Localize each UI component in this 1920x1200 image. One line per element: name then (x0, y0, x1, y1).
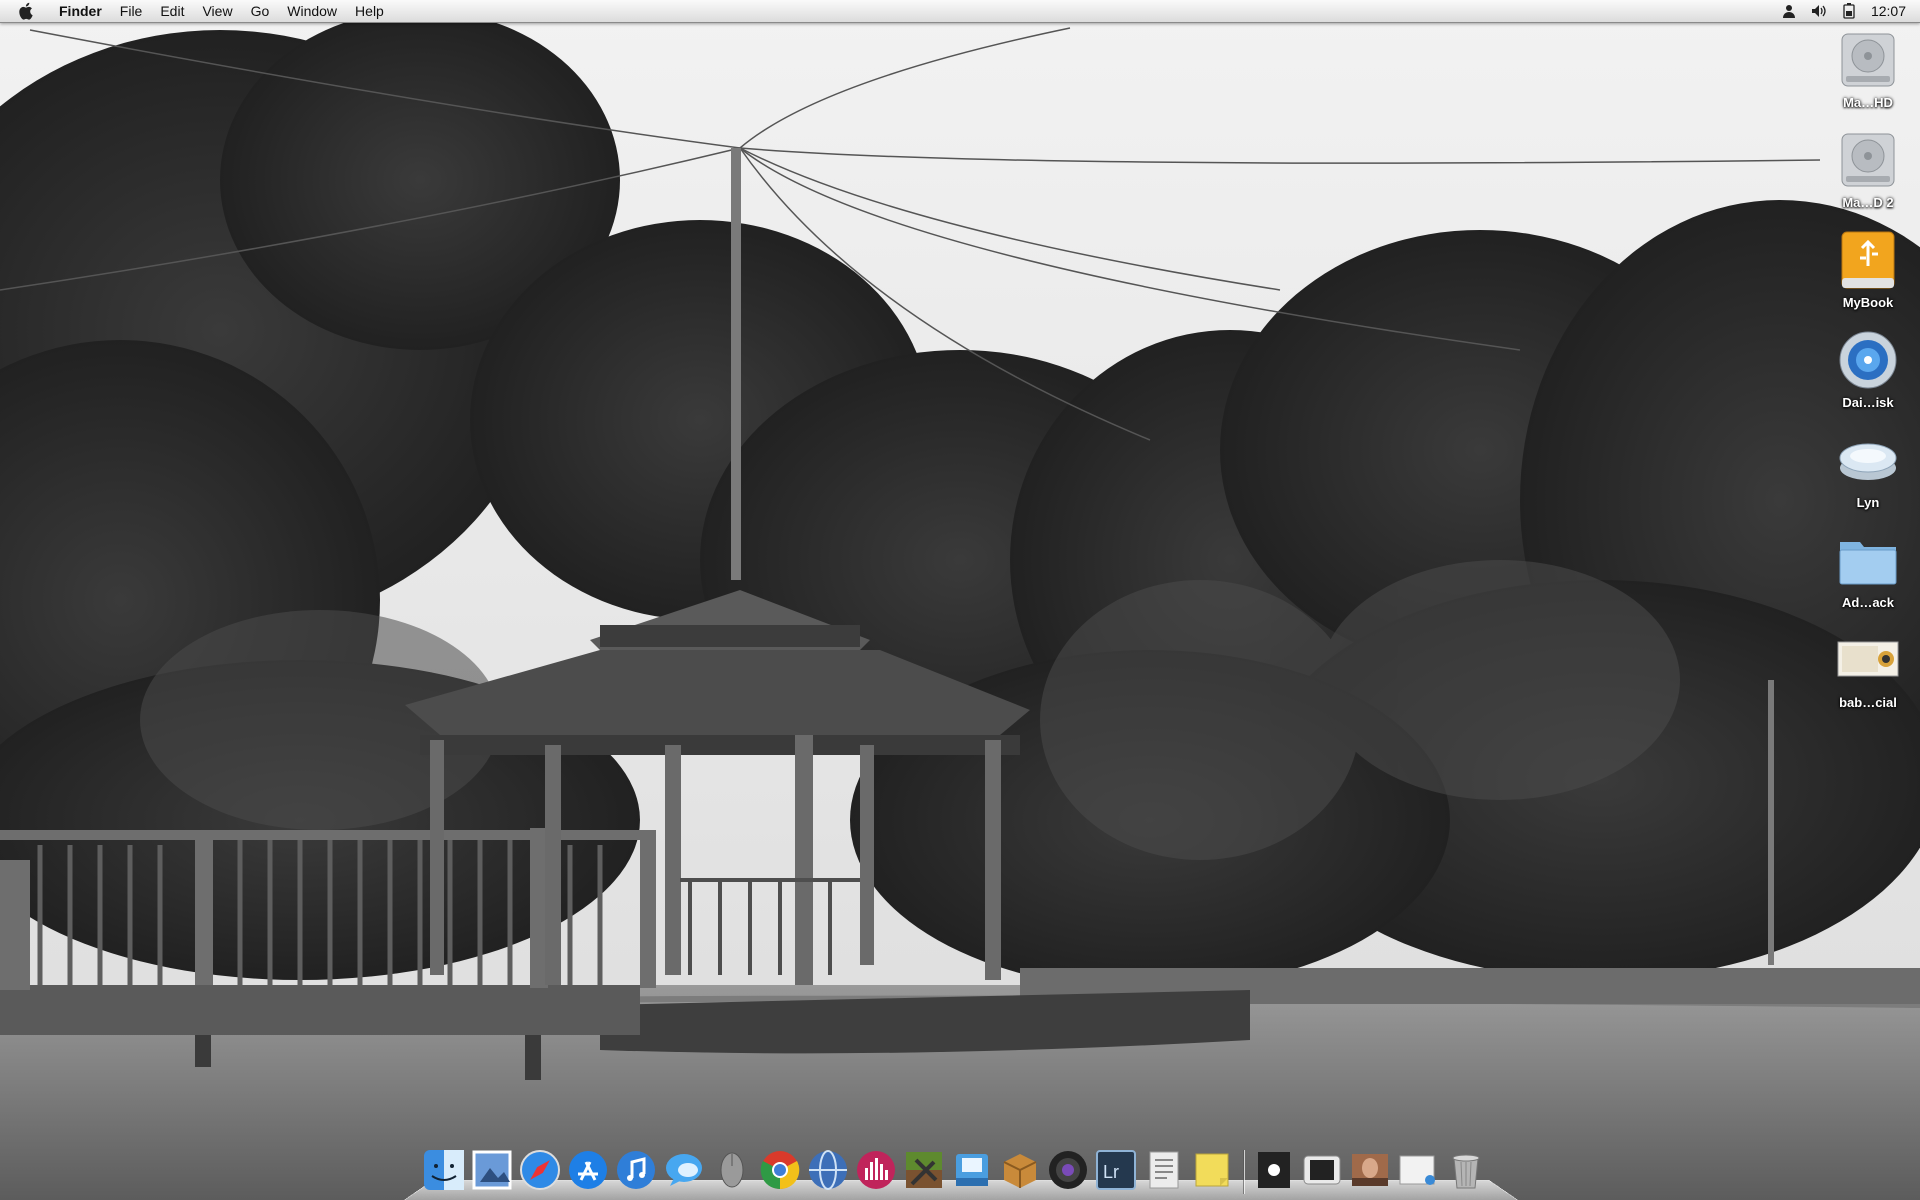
documents-stack-icon[interactable] (1394, 1146, 1442, 1194)
desktop-icon-lyn[interactable]: Lyn (1816, 424, 1920, 524)
desktop-icon-label: Dai…isk (1842, 395, 1894, 410)
desktop-icon-label: Ad…ack (1841, 595, 1895, 610)
hard-drive-icon (1841, 133, 1895, 187)
menu-finder[interactable]: Finder (50, 0, 111, 22)
textedit-icon[interactable] (1140, 1146, 1188, 1194)
desktop-icon-macintosh-hd[interactable]: Ma…HD (1816, 24, 1920, 124)
mouse-icon[interactable] (708, 1146, 756, 1194)
trash-icon[interactable] (1442, 1146, 1490, 1194)
desktop-icon-label: Ma…D 2 (1842, 195, 1894, 210)
globe-icon[interactable] (804, 1146, 852, 1194)
menubar-clock[interactable]: 12:07 (1871, 3, 1906, 19)
battery-icon[interactable] (1841, 3, 1857, 19)
desktop-icon-macintosh-hd-2[interactable]: Ma…D 2 (1816, 124, 1920, 224)
menu-bar: Finder File Edit View Go Window Help 12:… (0, 0, 1920, 23)
image-file-icon (1837, 641, 1899, 677)
external-usb-drive-icon (1841, 231, 1895, 289)
desktop-icon-label: MyBook (1842, 295, 1894, 310)
user-icon[interactable] (1781, 3, 1797, 19)
desktop-icon-label: bab…cial (1839, 695, 1897, 710)
installer-disk-icon[interactable] (948, 1146, 996, 1194)
minecraft-icon[interactable] (900, 1146, 948, 1194)
lightroom-icon[interactable]: Lr (1092, 1146, 1140, 1194)
iphone-stack-icon[interactable] (1298, 1146, 1346, 1194)
apple-stack-icon[interactable] (1250, 1146, 1298, 1194)
menu-file[interactable]: File (111, 0, 152, 22)
folder-icon (1839, 542, 1897, 585)
menu-window[interactable]: Window (278, 0, 346, 22)
desktop-icon-label: Lyn (1856, 495, 1880, 510)
desktop-icon-label: Ma…HD (1843, 95, 1893, 110)
app-store-icon[interactable] (564, 1146, 612, 1194)
dock-separator (1236, 1146, 1250, 1194)
preview-icon[interactable] (468, 1146, 516, 1194)
chrome-icon[interactable] (756, 1146, 804, 1194)
itunes-icon[interactable] (612, 1146, 660, 1194)
menu-help[interactable]: Help (346, 0, 393, 22)
desktop-icon-column: Ma…HD Ma…D 2 MyBook Dai…isk Lyn Ad…ack b… (1816, 24, 1920, 724)
audio-equalizer-icon[interactable] (852, 1146, 900, 1194)
dock: Lr (404, 1144, 1518, 1200)
status-area: 12:07 (1781, 3, 1920, 19)
finder-icon[interactable] (420, 1146, 468, 1194)
volume-icon[interactable] (1811, 3, 1827, 19)
apple-logo-icon[interactable] (16, 0, 38, 22)
desktop-icon-daisydisk[interactable]: Dai…isk (1816, 324, 1920, 424)
photo-stack-icon[interactable] (1346, 1146, 1394, 1194)
package-box-icon[interactable] (996, 1146, 1044, 1194)
desktop-icon-bab-cial[interactable]: bab…cial (1816, 624, 1920, 724)
menu-edit[interactable]: Edit (151, 0, 193, 22)
dock-items: Lr (420, 1146, 1490, 1194)
menu-go[interactable]: Go (242, 0, 279, 22)
desktop-icon-ad-ack-folder[interactable]: Ad…ack (1816, 524, 1920, 624)
stickies-icon[interactable] (1188, 1146, 1236, 1194)
removable-disk-icon (1839, 443, 1897, 480)
desktop-icon-mybook[interactable]: MyBook (1816, 224, 1920, 324)
hard-drive-icon (1841, 33, 1895, 87)
desktop-wallpaper (0, 0, 1920, 1200)
svg-text:Lr: Lr (1103, 1162, 1119, 1182)
messages-icon[interactable] (660, 1146, 708, 1194)
camera-lens-icon[interactable] (1044, 1146, 1092, 1194)
disk-image-icon (1839, 331, 1897, 389)
safari-icon[interactable] (516, 1146, 564, 1194)
menu-view[interactable]: View (193, 0, 241, 22)
